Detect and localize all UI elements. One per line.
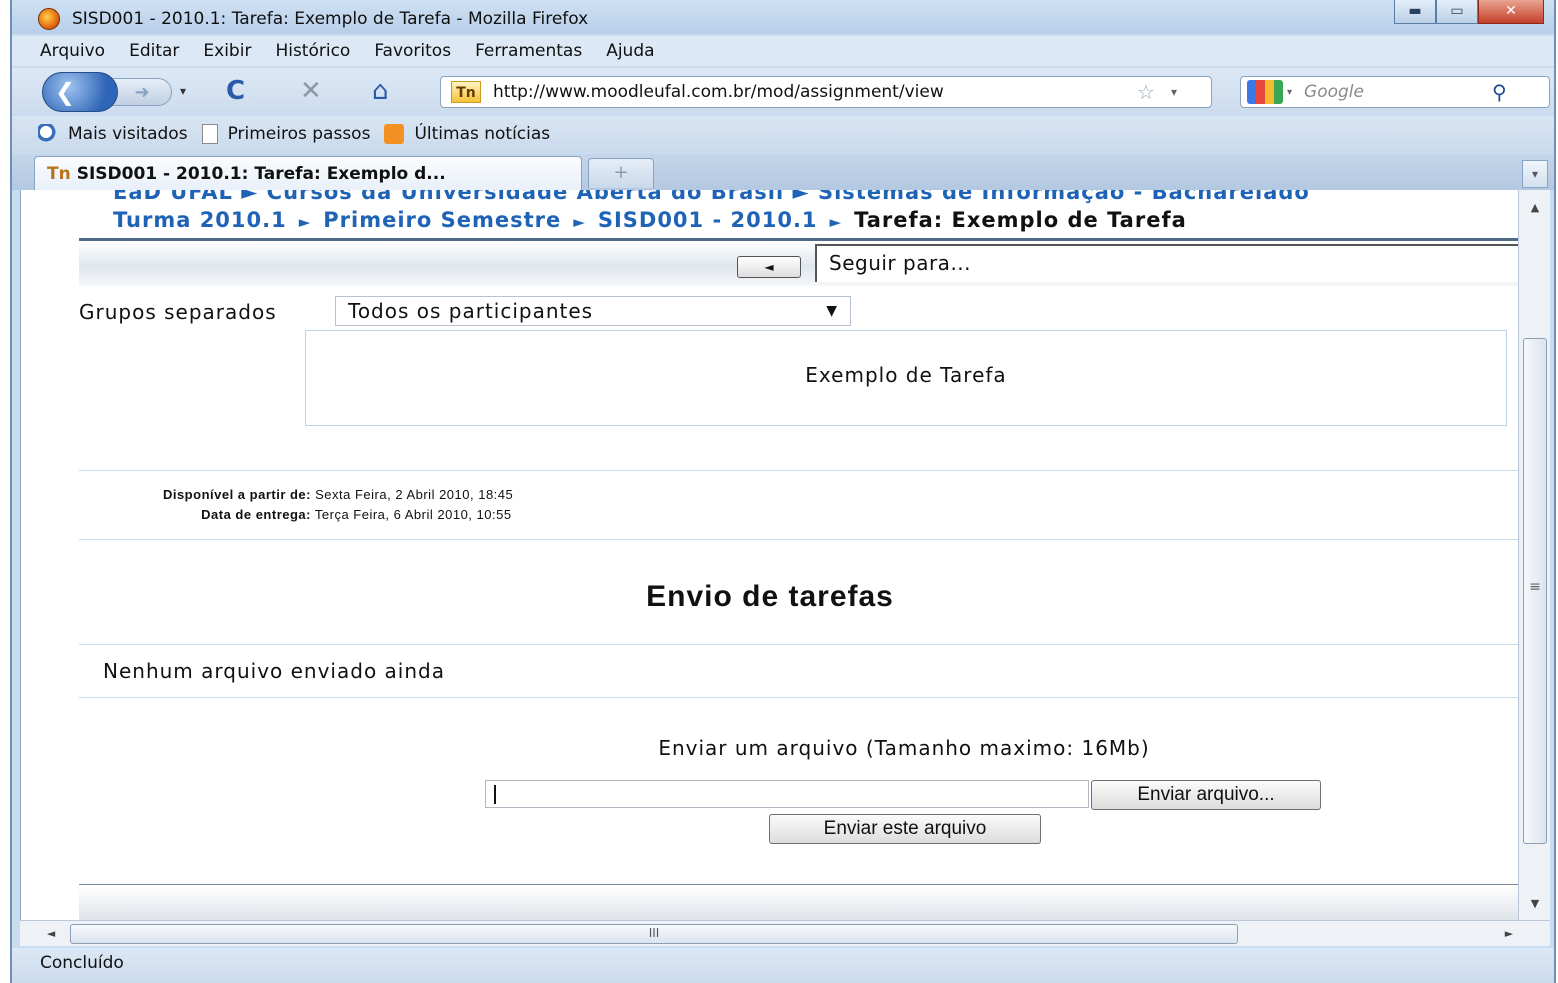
groups-selected-value: Todos os participantes — [348, 299, 594, 323]
url-dropdown-icon[interactable]: ▾ — [1171, 85, 1177, 99]
bookmark-label: Últimas notícias — [414, 124, 551, 144]
breadcrumb-turma[interactable]: Turma 2010.1 — [113, 208, 287, 232]
grip-icon: ≡ — [1529, 579, 1541, 595]
submissions-heading: Envio de tarefas — [646, 580, 894, 613]
back-arrow-icon: ❮ — [55, 78, 76, 106]
menu-favoritos[interactable]: Favoritos — [374, 41, 451, 61]
menu-historico[interactable]: Histórico — [275, 41, 350, 61]
available-from-value: Sexta Feira, 2 Abril 2010, 18:45 — [315, 487, 514, 502]
breadcrumb-clipped: EaD UFAL ► Cursos da Universidade Aberta… — [113, 190, 1310, 204]
available-from-label: Disponível a partir de: — [162, 487, 311, 502]
maximize-button[interactable]: ▭ — [1436, 0, 1478, 24]
scroll-up-icon[interactable]: ▲ — [1519, 196, 1551, 220]
navigation-toolbar: ➜ ❮ ▾ C ✕ ⌂ Tn http://www.moodleufal.com… — [12, 68, 1554, 114]
no-files-message: Nenhum arquivo enviado ainda — [79, 644, 1518, 698]
breadcrumb-course[interactable]: SISD001 - 2010.1 — [598, 208, 818, 232]
search-engine-dropdown-icon[interactable]: ▾ — [1287, 87, 1292, 98]
window-controls: ▬ ▭ ✕ — [1394, 0, 1544, 26]
menu-ferramentas[interactable]: Ferramentas — [475, 41, 582, 61]
vertical-scrollbar[interactable]: ▲ ≡ ▼ — [1518, 190, 1550, 920]
bookmarks-toolbar: Mais visitados Primeiros passos Últimas … — [12, 116, 1554, 152]
title-bar: SISD001 - 2010.1: Tarefa: Exemplo de Tar… — [12, 0, 1554, 34]
jump-to-select[interactable]: Seguir para... — [815, 244, 1518, 282]
breadcrumb-separator: ► — [298, 213, 312, 231]
breadcrumb-semestre[interactable]: Primeiro Semestre — [323, 208, 561, 232]
send-file-button[interactable]: Enviar este arquivo — [769, 814, 1041, 844]
navigation-band: ◄ Seguir para... — [79, 238, 1518, 286]
tab-bar: Tn SISD001 - 2010.1: Tarefa: Exemplo d..… — [12, 154, 1554, 190]
chevron-down-icon: ▼ — [826, 303, 838, 319]
magnifier-icon — [38, 124, 58, 144]
horizontal-scroll-thumb[interactable]: III — [70, 924, 1238, 944]
menu-arquivo[interactable]: Arquivo — [40, 41, 105, 61]
groups-select[interactable]: Todos os participantes ▼ — [335, 296, 851, 326]
tab-active[interactable]: Tn SISD001 - 2010.1: Tarefa: Exemplo d..… — [34, 156, 582, 190]
forward-button[interactable]: ➜ — [112, 78, 172, 106]
horizontal-scrollbar[interactable]: ◄ III ► — [20, 920, 1550, 946]
history-dropdown-icon[interactable]: ▾ — [180, 84, 186, 98]
breadcrumb-separator: ► — [573, 213, 586, 231]
close-button[interactable]: ✕ — [1478, 0, 1544, 24]
available-from-row: Disponível a partir de: Sexta Feira, 2 A… — [79, 487, 513, 502]
minimize-button[interactable]: ▬ — [1394, 0, 1436, 24]
bookmark-ultimas-noticias[interactable]: Últimas notícias — [384, 124, 550, 144]
tab-label: SISD001 - 2010.1: Tarefa: Exemplo d... — [76, 163, 446, 184]
groups-label: Grupos separados — [79, 300, 277, 324]
stop-icon[interactable]: ✕ — [300, 76, 322, 106]
bookmark-mais-visitados[interactable]: Mais visitados — [38, 124, 188, 144]
page-content: EaD UFAL ► Cursos da Universidade Aberta… — [20, 190, 1518, 920]
tab-favicon-icon: Tn — [47, 163, 71, 184]
bookmark-primeiros-passos[interactable]: Primeiros passos — [201, 124, 371, 144]
scroll-left-icon[interactable]: ◄ — [38, 921, 64, 947]
breadcrumb-current: Tarefa: Exemplo de Tarefa — [854, 208, 1187, 232]
upload-label: Enviar um arquivo (Tamanho maximo: 16Mb) — [658, 736, 1150, 760]
search-icon[interactable]: ⚲ — [1492, 80, 1507, 104]
browser-window: SISD001 - 2010.1: Tarefa: Exemplo de Tar… — [10, 0, 1556, 983]
menu-exibir[interactable]: Exibir — [203, 41, 251, 61]
dates-box: Disponível a partir de: Sexta Feira, 2 A… — [79, 470, 1518, 540]
page-icon — [201, 124, 218, 144]
back-button[interactable]: ❮ — [42, 72, 118, 112]
breadcrumb-separator: ► — [829, 213, 843, 231]
breadcrumb: Turma 2010.1 ► Primeiro Semestre ► SISD001 -… — [113, 208, 1187, 232]
bookmark-label: Mais visitados — [68, 124, 188, 144]
file-path-input[interactable] — [485, 780, 1089, 808]
menu-ajuda[interactable]: Ajuda — [606, 41, 654, 61]
rss-icon — [384, 124, 405, 144]
due-date-label: Data de entrega: — [201, 507, 311, 522]
url-text[interactable]: http://www.moodleufal.com.br/mod/assignm… — [493, 82, 1133, 102]
browse-file-button[interactable]: Enviar arquivo... — [1091, 780, 1321, 810]
tab-list-button[interactable]: ▾ — [1522, 160, 1548, 188]
previous-activity-button[interactable]: ◄ — [737, 256, 801, 278]
footer-band — [79, 884, 1518, 920]
bookmark-star-icon[interactable]: ☆ — [1137, 80, 1155, 104]
menu-editar[interactable]: Editar — [129, 41, 179, 61]
search-input[interactable]: Google — [1304, 82, 1484, 102]
new-tab-button[interactable]: + — [588, 158, 654, 188]
url-bar[interactable]: Tn http://www.moodleufal.com.br/mod/assi… — [440, 76, 1212, 108]
home-icon[interactable]: ⌂ — [372, 76, 389, 106]
window-title: SISD001 - 2010.1: Tarefa: Exemplo de Tar… — [72, 9, 589, 29]
vertical-scroll-thumb[interactable]: ≡ — [1523, 338, 1547, 844]
due-date-row: Data de entrega: Terça Feira, 6 Abril 20… — [79, 507, 512, 522]
scroll-right-icon[interactable]: ► — [1496, 921, 1522, 947]
bookmark-label: Primeiros passos — [227, 124, 371, 144]
search-bar[interactable]: ▾ Google ⚲ — [1240, 76, 1550, 108]
site-favicon-icon: Tn — [451, 81, 481, 103]
text-caret — [494, 785, 496, 804]
scroll-down-icon[interactable]: ▼ — [1519, 892, 1551, 916]
firefox-logo-icon — [38, 8, 60, 30]
assignment-intro: Exemplo de Tarefa — [305, 330, 1507, 426]
reload-icon[interactable]: C — [226, 76, 245, 106]
status-bar: Concluído — [12, 948, 1554, 983]
due-date-value: Terça Feira, 6 Abril 2010, 10:55 — [314, 507, 512, 522]
search-engine-icon[interactable] — [1247, 80, 1283, 104]
menu-bar: Arquivo Editar Exibir Histórico Favorito… — [12, 36, 1554, 66]
